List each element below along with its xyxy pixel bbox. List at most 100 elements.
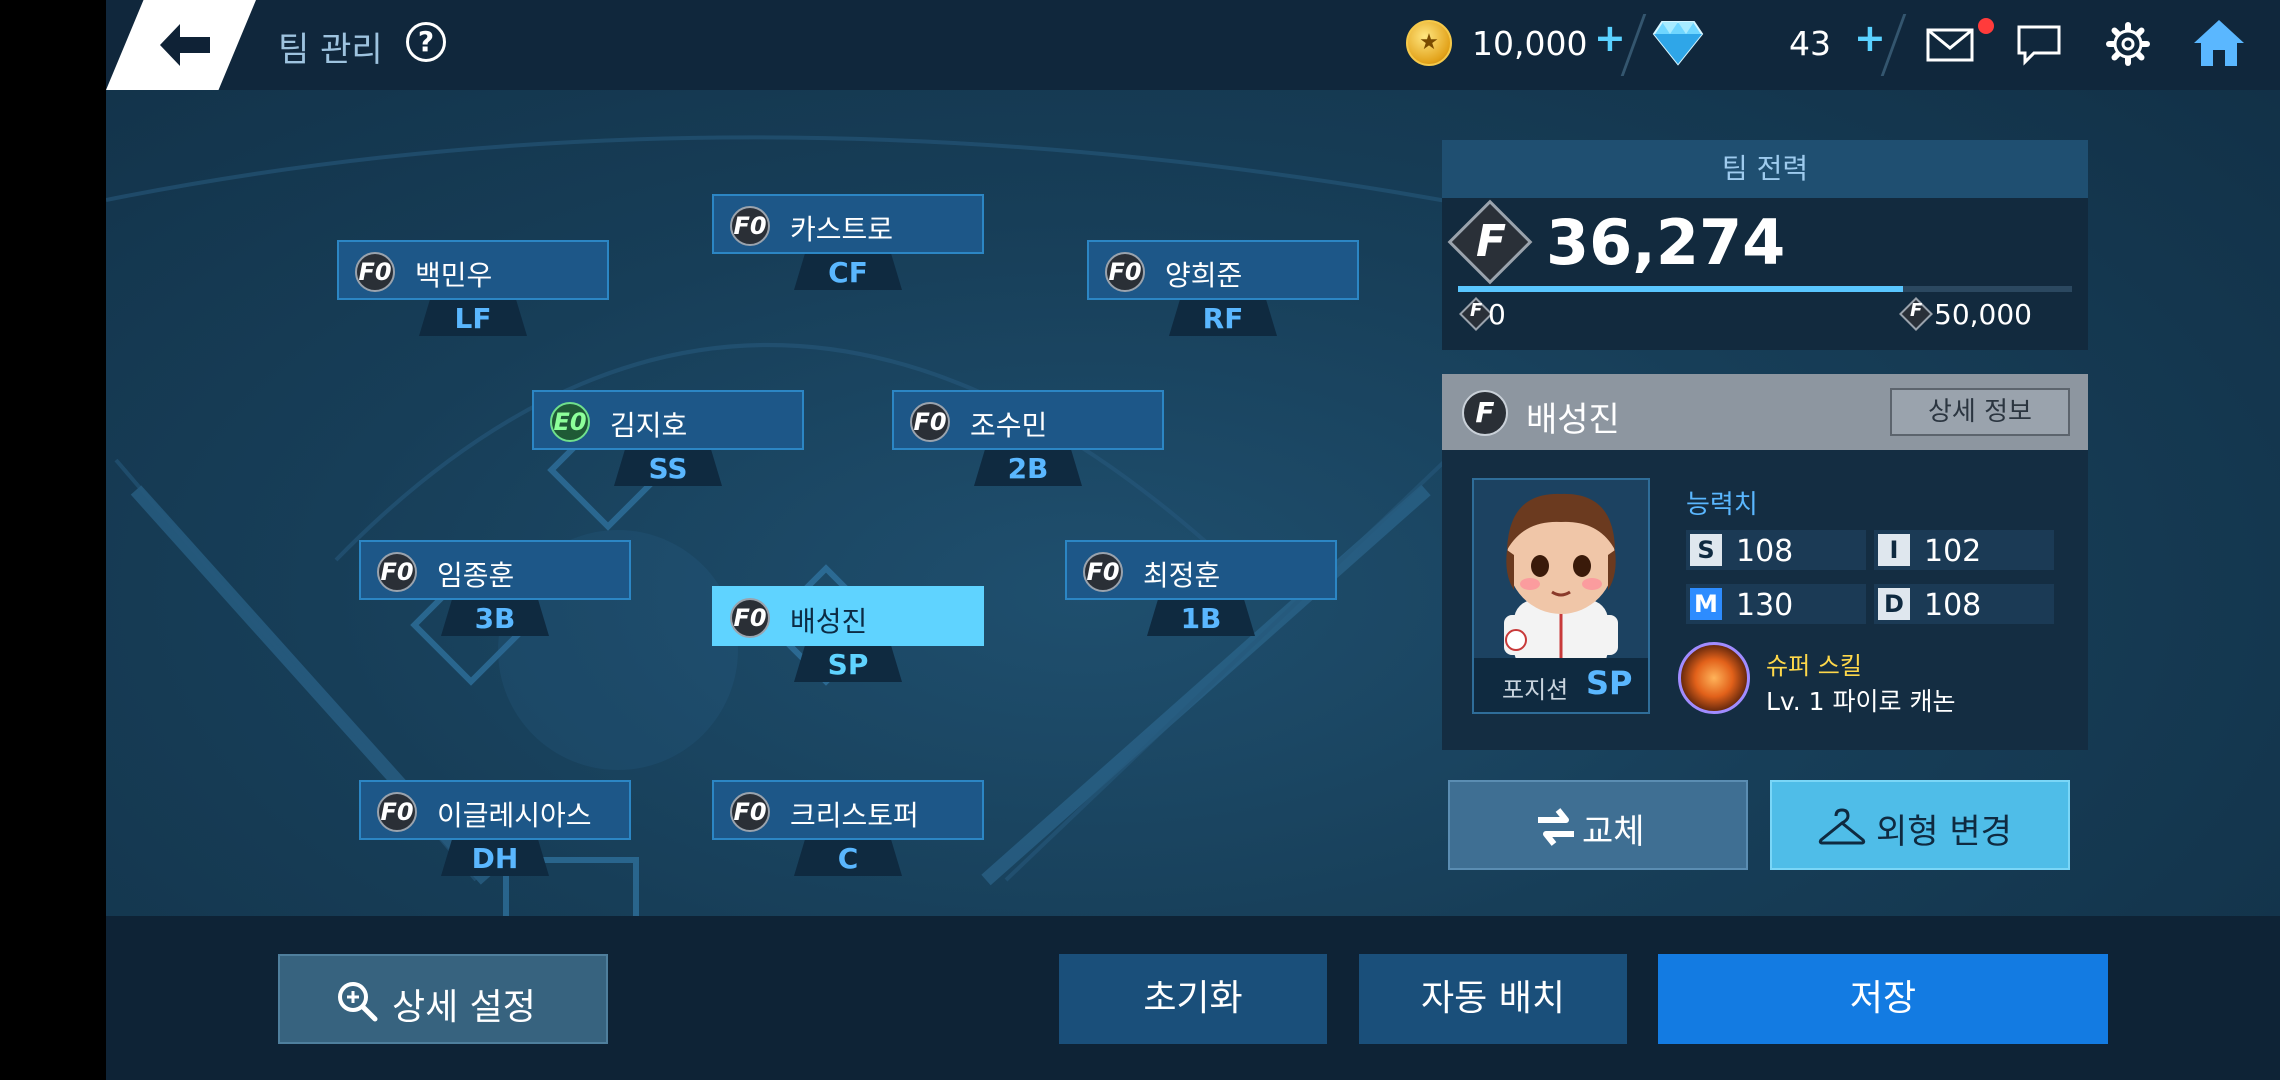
player-slot: F0 양희준 [1087,240,1359,300]
player-card-rf[interactable]: F0 양희준 RF [1087,240,1359,336]
position-tag: 3B [441,600,549,636]
position-tag: 2B [974,450,1082,486]
add-gems-button[interactable]: + [1854,16,1886,60]
gem-amount: 43 [1789,24,1831,63]
player-avatar [1504,493,1618,670]
team-power-bar [1458,286,2072,292]
stats-title: 능력치 [1686,490,1758,520]
team-power-max: 50,000 [1934,298,2032,331]
player-card-1b[interactable]: F0 최정훈 1B [1065,540,1337,636]
stat-value-d: 108 [1924,588,1982,623]
player-card-lf[interactable]: F0 백민우 LF [337,240,609,336]
notification-dot [1978,18,1994,34]
player-card-3b[interactable]: F0 임종훈 3B [359,540,631,636]
stat-i: I 102 [1874,530,2054,570]
player-name: 이글레시아스 [437,799,592,832]
detail-setting-button[interactable]: 상세 설정 [278,954,608,1044]
save-button[interactable]: 저장 [1658,954,2108,1044]
team-power-min: 0 [1488,298,1506,331]
grade-badge: F0 [730,598,770,638]
player-name: 배성진 [790,605,868,638]
player-slot: F0 백민우 [337,240,609,300]
grade-badge: F0 [355,252,395,292]
super-skill-icon[interactable] [1678,642,1750,714]
grade-badge: F0 [910,402,950,442]
home-icon[interactable] [2192,18,2246,68]
detail-info-button[interactable]: 상세 정보 [1890,388,2070,436]
f-grade-small-letter: F [1910,300,1923,321]
team-management-screen: 팀 관리 ? ★ 10,000 + 43 + F0 카스트로 CF F0 백민우… [106,0,2280,1080]
grade-badge: F0 [730,206,770,246]
add-coins-button[interactable]: + [1594,16,1626,60]
bottom-bar: 상세 설정 초기화 자동 배치 저장 [106,916,2280,1080]
team-power-value: 36,274 [1546,206,1786,279]
grade-badge: F0 [1105,252,1145,292]
change-look-button[interactable]: 외형 변경 [1770,780,2070,870]
selected-player-name: 배성진 [1526,400,1620,440]
player-slot: F0 최정훈 [1065,540,1337,600]
coin-amount: 10,000 [1472,24,1588,63]
detail-setting-label: 상세 설정 [392,987,536,1028]
player-name: 김지호 [610,409,688,442]
auto-assign-button[interactable]: 자동 배치 [1359,954,1627,1044]
gear-icon[interactable] [2106,22,2150,66]
position-tag: 1B [1147,600,1255,636]
player-name: 조수민 [970,409,1048,442]
chat-icon[interactable] [2016,24,2062,66]
position-tag: C [794,840,902,876]
player-card-ss[interactable]: E0 김지호 SS [532,390,804,486]
help-icon[interactable]: ? [406,22,446,62]
grade-badge: F0 [730,792,770,832]
player-name: 백민우 [415,259,493,292]
player-card-dh[interactable]: F0 이글레시아스 DH [359,780,631,876]
swap-button[interactable]: 교체 [1448,780,1748,870]
player-name: 양희준 [1165,259,1243,292]
player-name: 크리스토퍼 [790,799,919,832]
team-power-title: 팀 전력 [1442,140,2088,198]
player-slot: F0 이글레시아스 [359,780,631,840]
position-tag: CF [794,254,902,290]
player-slot: F0 조수민 [892,390,1164,450]
player-card-c[interactable]: F0 크리스토퍼 C [712,780,984,876]
f-grade-letter: F [1476,216,1507,267]
player-slot: F0 크리스토퍼 [712,780,984,840]
stat-key-d: D [1878,588,1910,620]
player-card-sp[interactable]: F0 배성진 SP [712,586,984,682]
back-arrow-icon [160,24,210,66]
reset-button[interactable]: 초기화 [1059,954,1327,1044]
super-skill-title: 슈퍼 스킬 [1766,652,1862,680]
player-grade-badge: F [1462,390,1508,436]
hanger-icon [1818,808,1866,845]
portrait-position-bar: 포지션 SP [1474,658,1648,712]
back-button[interactable] [106,0,256,90]
player-slot: E0 김지호 [532,390,804,450]
position-label: 포지션 [1502,676,1569,704]
position-tag: SS [614,450,722,486]
stat-m: M 130 [1686,584,1866,624]
position-tag: LF [419,300,527,336]
selected-player-panel: F 배성진 상세 정보 포지션 SP 능력치 S 108 I 102 M 130… [1442,374,2088,750]
f-grade-small-letter: F [1470,300,1483,321]
player-card-2b[interactable]: F0 조수민 2B [892,390,1164,486]
lineup-field: F0 카스트로 CF F0 백민우 LF F0 양희준 RF E0 김지호 SS… [106,90,1506,920]
zoom-in-icon [338,982,378,1022]
player-name: 카스트로 [790,213,894,246]
mail-icon[interactable] [1926,28,1974,62]
team-power-panel: 팀 전력 F 36,274 F 0 F 50,000 [1442,140,2088,350]
stat-value-m: 130 [1736,588,1794,623]
player-portrait[interactable]: 포지션 SP [1472,478,1650,714]
player-card-cf[interactable]: F0 카스트로 CF [712,194,984,290]
super-skill-description: Lv. 1 파이로 캐논 [1766,687,1956,716]
team-power-bar-fill [1458,286,1904,292]
stat-value-s: 108 [1736,534,1794,569]
player-name: 임종훈 [437,559,515,592]
stat-key-m: M [1690,588,1722,620]
position-tag: DH [441,840,549,876]
player-slot: F0 카스트로 [712,194,984,254]
position-value: SP [1586,664,1633,702]
player-name: 최정훈 [1143,559,1221,592]
position-tag: SP [794,646,902,682]
player-slot-selected: F0 배성진 [712,586,984,646]
grade-badge: F0 [1083,552,1123,592]
diamond-icon [1652,21,1704,66]
